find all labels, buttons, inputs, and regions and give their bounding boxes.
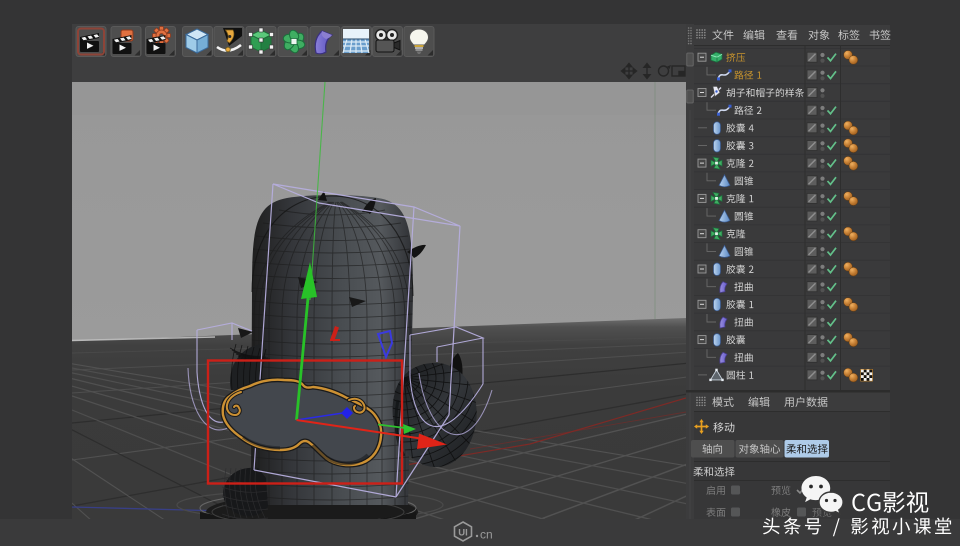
svg-text:cn: cn (480, 528, 493, 542)
svg-text:UI: UI (458, 527, 468, 538)
